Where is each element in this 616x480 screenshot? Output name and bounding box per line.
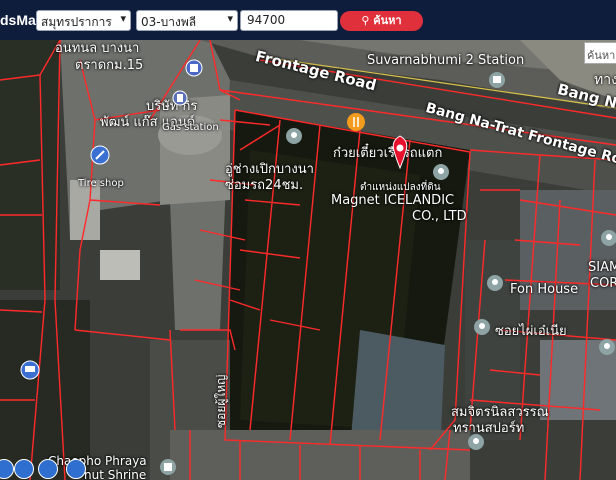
poi-label: Magnet ICELANDIC — [331, 193, 455, 208]
poi-label: Tire shop — [78, 178, 124, 189]
polygon-tool-icon[interactable] — [14, 459, 34, 479]
poi-label: Chaopho Phraya — [48, 454, 147, 468]
poi-label: Gas station — [162, 122, 219, 133]
poi-label: ตราดกม.15 — [75, 58, 144, 73]
search-button[interactable]: ⚲ ค้นหา — [340, 11, 423, 31]
top-toolbar: dsMaps สมุทรปราการ ▾ 03-บางพลี ▾ 94700 ⚲… — [0, 0, 616, 40]
circle-tool-icon[interactable] — [66, 459, 86, 479]
rectangle-tool-icon[interactable] — [38, 459, 58, 479]
poi-label: ซ่อมรถ24ชม. — [225, 178, 304, 193]
search-button-label: ค้นหา — [373, 14, 402, 27]
poi-label: nut Shrine — [84, 468, 147, 480]
poi-label: ซอยไผ่เอ๋เนีย — [495, 324, 567, 339]
poi-label: SIAM — [588, 260, 616, 275]
road-label: ทาง — [594, 72, 616, 88]
poi-label: CO., LTD — [412, 209, 467, 224]
search-icon: ⚲ — [361, 14, 370, 27]
chevron-down-icon: ▾ — [227, 12, 233, 25]
road-label: ซอยผู้ใหญ่ — [214, 374, 228, 428]
poi-label: Fon House — [510, 282, 579, 297]
postcode-input[interactable]: 94700 — [240, 10, 338, 31]
chevron-down-icon: ▾ — [120, 12, 126, 25]
province-value: สมุทรปราการ — [41, 15, 112, 29]
province-select[interactable]: สมุทรปราการ ▾ — [36, 10, 131, 31]
station-label: Suvarnabhumi 2 Station — [367, 53, 525, 68]
poi-label: COR — [590, 276, 616, 291]
district-select[interactable]: 03-บางพลี ▾ — [136, 10, 238, 31]
district-value: 03-บางพลี — [141, 15, 197, 29]
satellite-map[interactable]: อนทนล บางนา ตราดกม.15 Frontage Road Suva… — [0, 40, 616, 480]
poi-label: ทรานสปอร์ท — [453, 421, 525, 436]
poi-label: ก๋วยเตี๋ยวเรือรถแตก — [333, 146, 443, 161]
map-search-input[interactable]: ค้นหาส — [584, 42, 616, 64]
